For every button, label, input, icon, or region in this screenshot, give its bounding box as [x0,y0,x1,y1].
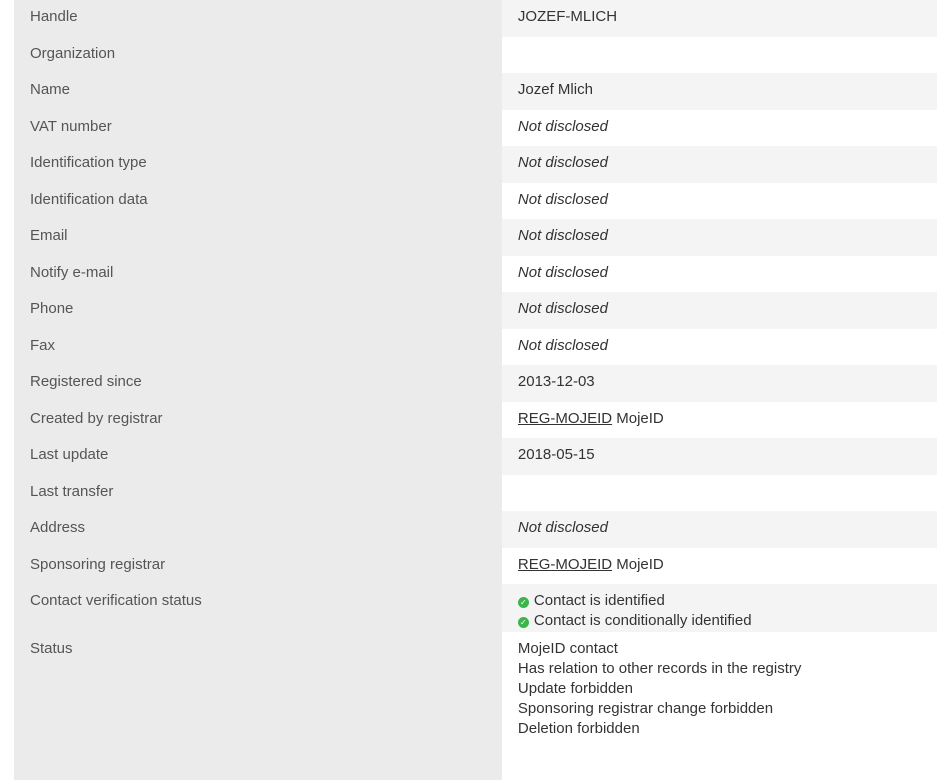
label-identification-type: Identification type [14,146,502,183]
row-organization: Organization [14,36,937,73]
row-notify-email: Notify e-mail Not disclosed [14,255,937,292]
value-address: Not disclosed [501,511,937,548]
value-identification-type: Not disclosed [501,146,937,183]
label-sponsoring-registrar: Sponsoring registrar [14,547,502,584]
status-item: Update forbidden [517,680,633,697]
label-notify-email: Notify e-mail [14,255,502,292]
row-created-by-registrar: Created by registrar REG-MOJEID MojeID [14,401,937,438]
row-last-transfer: Last transfer [14,474,937,511]
label-vat-number: VAT number [14,109,502,146]
row-vat-number: VAT number Not disclosed [14,109,937,146]
row-contact-verification-status: Contact verification status ✓ Contact is … [14,584,937,632]
label-contact-verification-status: Contact verification status [14,584,502,632]
value-email: Not disclosed [501,219,937,256]
label-organization: Organization [14,36,502,73]
row-name: Name Jozef Mlich [14,73,937,110]
row-registered-since: Registered since 2013-12-03 [14,365,937,402]
sponsoring-registrar-name: MojeID [616,555,664,573]
label-fax: Fax [14,328,502,365]
value-status: MojeID contact Has relation to other rec… [501,632,937,780]
row-identification-type: Identification type Not disclosed [14,146,937,183]
row-phone: Phone Not disclosed [14,292,937,329]
value-last-update: 2018-05-15 [501,438,937,475]
row-identification-data: Identification data Not disclosed [14,182,937,219]
row-address: Address Not disclosed [14,511,937,548]
label-phone: Phone [14,292,502,329]
value-phone: Not disclosed [501,292,937,329]
status-item: Has relation to other records in the reg… [517,660,802,677]
label-handle: Handle [14,0,502,37]
row-handle: Handle JOZEF-MLICH [14,0,937,37]
row-fax: Fax Not disclosed [14,328,937,365]
status-item: Sponsoring registrar change forbidden [517,700,774,717]
status-item: Deletion forbidden [517,720,640,737]
created-by-registrar-link[interactable]: REG-MOJEID [518,410,612,427]
verification-item-text: Contact is identified [533,592,665,609]
label-last-update: Last update [14,438,502,475]
created-by-registrar-name: MojeID [616,409,664,427]
value-handle: JOZEF-MLICH [501,0,937,37]
sponsoring-registrar-link[interactable]: REG-MOJEID [518,556,612,573]
value-contact-verification-status: ✓ Contact is identified ✓ Contact is condi… [501,584,937,632]
verification-item-text: Contact is conditionally identified [533,612,752,629]
value-identification-data: Not disclosed [501,182,937,219]
check-circle-icon: ✓ [517,617,529,628]
label-name: Name [14,73,502,110]
row-status: Status MojeID contact Has relation to ot… [14,632,937,780]
value-vat-number: Not disclosed [501,109,937,146]
row-email: Email Not disclosed [14,219,937,256]
contact-detail-table: Handle JOZEF-MLICH Organization Name Joz… [14,0,937,780]
label-created-by-registrar: Created by registrar [14,401,502,438]
label-status: Status [14,632,502,780]
row-last-update: Last update 2018-05-15 [14,438,937,475]
contact-detail-panel: Handle JOZEF-MLICH Organization Name Joz… [14,0,937,780]
label-address: Address [14,511,502,548]
row-sponsoring-registrar: Sponsoring registrar REG-MOJEID MojeID [14,547,937,584]
label-email: Email [14,219,502,256]
value-last-transfer [501,474,937,511]
verification-item: ✓ Contact is identified [517,591,937,611]
value-name: Jozef Mlich [501,73,937,110]
verification-item: ✓ Contact is conditionally identified [517,611,937,631]
status-item: MojeID contact [517,640,618,657]
label-identification-data: Identification data [14,182,502,219]
value-fax: Not disclosed [501,328,937,365]
value-registered-since: 2013-12-03 [501,365,937,402]
value-created-by-registrar: REG-MOJEID MojeID [501,401,937,438]
value-organization [501,36,937,73]
value-sponsoring-registrar: REG-MOJEID MojeID [501,547,937,584]
label-registered-since: Registered since [14,365,502,402]
value-notify-email: Not disclosed [501,255,937,292]
label-last-transfer: Last transfer [14,474,502,511]
check-circle-icon: ✓ [517,597,529,608]
